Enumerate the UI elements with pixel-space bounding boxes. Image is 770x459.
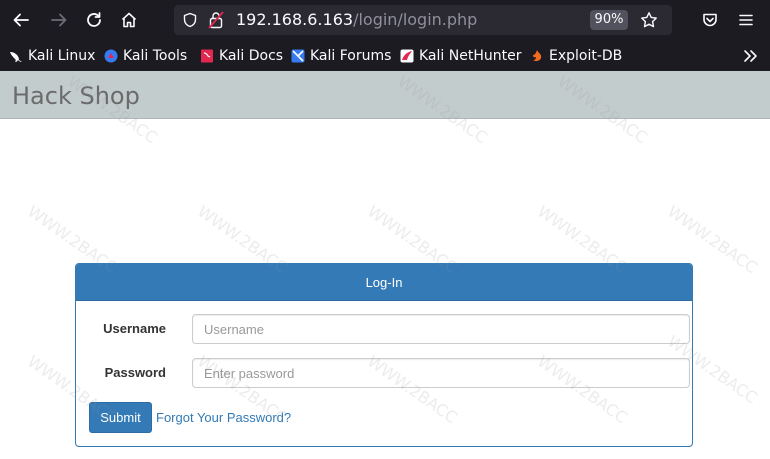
password-input[interactable]	[192, 358, 690, 388]
menu-icon[interactable]	[734, 8, 758, 32]
bookmark-kali-docs[interactable]: Kali Docs	[200, 40, 283, 71]
bookmark-star-icon[interactable]	[640, 11, 658, 29]
forgot-password-link[interactable]: Forgot Your Password?	[156, 410, 291, 425]
insecure-lock-icon[interactable]	[208, 11, 224, 29]
url-path: /login/login.php	[353, 10, 478, 29]
bookmark-kali-nethunter[interactable]: Kali NetHunter	[400, 40, 521, 71]
bookmark-kali-tools[interactable]: Kali Tools	[104, 40, 187, 71]
kali-docs-icon	[201, 49, 213, 62]
kali-nethunter-icon	[400, 49, 414, 62]
bookmark-label: Kali Forums	[310, 47, 392, 64]
bookmark-label: Kali Linux	[28, 47, 96, 64]
kali-dragon-icon	[10, 51, 22, 62]
password-label: Password	[104, 365, 166, 380]
submit-button[interactable]: Submit	[89, 402, 152, 433]
tracking-shield-icon[interactable]	[182, 12, 198, 28]
bookmark-kali-forums[interactable]: Kali Forums	[291, 40, 391, 71]
bookmark-label: Kali Docs	[219, 47, 284, 64]
bookmarks-overflow-icon[interactable]	[741, 47, 759, 65]
reload-icon[interactable]	[82, 8, 106, 32]
back-icon[interactable]	[9, 8, 33, 32]
site-brand[interactable]: Hack Shop	[12, 82, 140, 110]
kali-forums-icon	[291, 49, 305, 62]
url-text[interactable]: 192.168.6.163/login/login.php	[236, 11, 477, 29]
pocket-icon[interactable]	[698, 8, 722, 32]
zoom-level-badge[interactable]: 90%	[590, 10, 628, 30]
exploit-db-icon	[533, 49, 542, 61]
username-input[interactable]	[192, 314, 690, 344]
home-icon[interactable]	[117, 8, 141, 32]
bookmark-label: Kali Tools	[123, 47, 188, 64]
browser-toolbar: 192.168.6.163/login/login.php 90%	[0, 0, 770, 40]
bookmark-label: Kali NetHunter	[419, 47, 522, 64]
kali-tools-icon	[104, 49, 118, 62]
bookmark-kali-linux[interactable]: Kali Linux	[9, 40, 95, 71]
forward-icon[interactable]	[47, 8, 71, 32]
bookmarks-bar: Kali Linux Kali Tools Kali Docs Kali For…	[0, 40, 770, 71]
url-bar[interactable]: 192.168.6.163/login/login.php 90%	[174, 5, 672, 35]
bookmark-label: Exploit-DB	[549, 47, 623, 64]
site-navbar: Hack Shop	[0, 71, 770, 119]
bookmark-exploit-db[interactable]: Exploit-DB	[530, 40, 622, 71]
username-label: Username	[103, 321, 166, 336]
login-panel-heading: Log-In	[76, 264, 692, 301]
login-panel: Log-In Username Password Submit Forgot Y…	[75, 263, 693, 447]
url-host: 192.168.6.163	[236, 10, 354, 29]
